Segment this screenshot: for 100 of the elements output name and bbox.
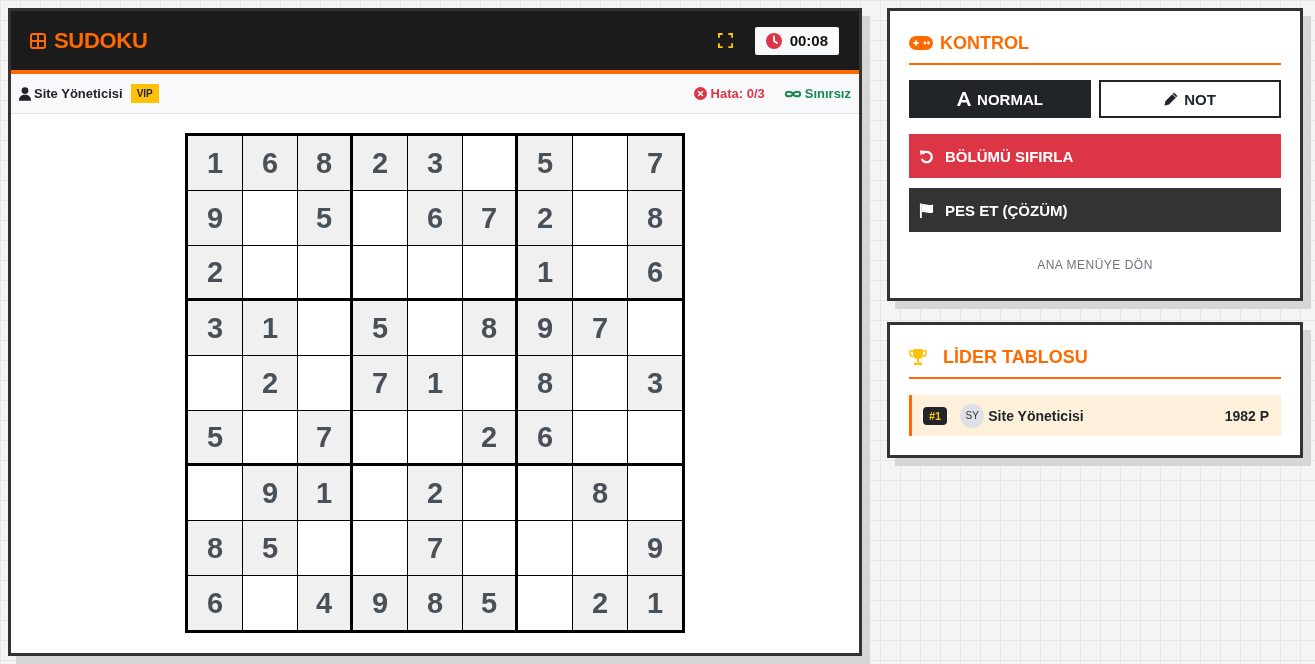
time-limit: Sınırsız bbox=[804, 86, 851, 101]
sudoku-cell[interactable]: 3 bbox=[628, 356, 682, 411]
gamepad-icon bbox=[909, 36, 933, 50]
sudoku-cell[interactable]: 7 bbox=[353, 356, 408, 411]
sudoku-cell[interactable]: 9 bbox=[518, 301, 573, 356]
sudoku-cell[interactable]: 8 bbox=[298, 136, 353, 191]
font-icon bbox=[957, 92, 972, 106]
sudoku-cell[interactable]: 7 bbox=[298, 411, 353, 466]
grid-icon bbox=[30, 32, 46, 49]
sudoku-cell[interactable]: 1 bbox=[243, 301, 298, 356]
sudoku-cell[interactable]: 3 bbox=[408, 136, 463, 191]
sudoku-cell[interactable]: 8 bbox=[188, 521, 243, 576]
app-title: SUDOKU bbox=[54, 27, 148, 54]
sudoku-cell[interactable]: 9 bbox=[243, 466, 298, 521]
sudoku-cell[interactable]: 3 bbox=[188, 301, 243, 356]
sudoku-cell[interactable]: 5 bbox=[188, 411, 243, 466]
sudoku-cell[interactable] bbox=[408, 411, 463, 466]
sudoku-cell[interactable]: 8 bbox=[573, 466, 628, 521]
leaderboard-title: LİDER TABLOSU bbox=[943, 346, 1088, 368]
sudoku-cell[interactable] bbox=[353, 521, 408, 576]
sudoku-cell[interactable]: 6 bbox=[243, 136, 298, 191]
sudoku-cell[interactable] bbox=[463, 521, 518, 576]
sudoku-cell[interactable]: 7 bbox=[573, 301, 628, 356]
sudoku-cell[interactable] bbox=[298, 521, 353, 576]
player-name: Site Yöneticisi bbox=[34, 86, 123, 101]
sudoku-cell[interactable]: 5 bbox=[243, 521, 298, 576]
mode-button[interactable]: NORMAL bbox=[909, 80, 1091, 118]
sudoku-cell[interactable]: 5 bbox=[518, 136, 573, 191]
sudoku-cell[interactable]: 6 bbox=[188, 576, 243, 630]
sudoku-cell[interactable]: 9 bbox=[188, 191, 243, 246]
sudoku-cell[interactable]: 2 bbox=[518, 191, 573, 246]
sudoku-cell[interactable]: 2 bbox=[243, 356, 298, 411]
sudoku-cell[interactable]: 8 bbox=[408, 576, 463, 630]
sudoku-cell[interactable] bbox=[243, 191, 298, 246]
avatar: SY bbox=[960, 403, 985, 428]
sudoku-cell[interactable] bbox=[408, 246, 463, 301]
sudoku-cell[interactable]: 7 bbox=[628, 136, 682, 191]
sudoku-cell[interactable]: 2 bbox=[353, 136, 408, 191]
error-count: Hata: 0/3 bbox=[710, 86, 765, 101]
sudoku-cell[interactable]: 2 bbox=[408, 466, 463, 521]
sudoku-cell[interactable]: 1 bbox=[188, 136, 243, 191]
sudoku-cell[interactable]: 1 bbox=[628, 576, 682, 630]
sudoku-cell[interactable] bbox=[463, 246, 518, 301]
sudoku-cell[interactable] bbox=[188, 466, 243, 521]
sudoku-cell[interactable] bbox=[573, 356, 628, 411]
sudoku-cell[interactable] bbox=[573, 136, 628, 191]
sudoku-cell[interactable] bbox=[463, 356, 518, 411]
sudoku-cell[interactable]: 8 bbox=[518, 356, 573, 411]
sudoku-cell[interactable] bbox=[573, 246, 628, 301]
flag-icon bbox=[919, 202, 934, 218]
sudoku-cell[interactable] bbox=[243, 411, 298, 466]
sudoku-cell[interactable] bbox=[298, 356, 353, 411]
sudoku-cell[interactable] bbox=[573, 191, 628, 246]
sudoku-cell[interactable]: 7 bbox=[408, 521, 463, 576]
sudoku-cell[interactable] bbox=[463, 466, 518, 521]
reset-button[interactable]: BÖLÜMÜ SIFIRLA bbox=[909, 134, 1281, 178]
sudoku-cell[interactable] bbox=[353, 191, 408, 246]
sudoku-cell[interactable]: 7 bbox=[463, 191, 518, 246]
mode-button[interactable]: NOT bbox=[1099, 80, 1281, 118]
pencil-icon bbox=[1164, 92, 1179, 106]
vip-badge: VIP bbox=[130, 84, 159, 103]
error-icon bbox=[693, 87, 707, 100]
sudoku-cell[interactable] bbox=[243, 246, 298, 301]
sudoku-cell[interactable]: 4 bbox=[298, 576, 353, 630]
sudoku-cell[interactable]: 1 bbox=[298, 466, 353, 521]
sudoku-cell[interactable] bbox=[573, 521, 628, 576]
sudoku-cell[interactable] bbox=[188, 356, 243, 411]
sudoku-cell[interactable]: 5 bbox=[463, 576, 518, 630]
sudoku-cell[interactable] bbox=[463, 136, 518, 191]
sudoku-cell[interactable]: 6 bbox=[628, 246, 682, 301]
player-points: 1982 P bbox=[1224, 407, 1269, 424]
sudoku-cell[interactable] bbox=[353, 246, 408, 301]
sudoku-cell[interactable]: 6 bbox=[518, 411, 573, 466]
clock-icon bbox=[765, 32, 782, 49]
sudoku-cell[interactable] bbox=[353, 411, 408, 466]
give-up-button[interactable]: PES ET (ÇÖZÜM) bbox=[909, 188, 1281, 232]
main-menu-link[interactable]: ANA MENÜYE DÖN bbox=[1037, 258, 1153, 272]
panel-title: KONTROL bbox=[940, 32, 1029, 54]
sudoku-cell[interactable]: 2 bbox=[463, 411, 518, 466]
rank-badge: #1 bbox=[923, 406, 948, 425]
sudoku-cell[interactable]: 5 bbox=[298, 191, 353, 246]
sudoku-cell[interactable]: 2 bbox=[188, 246, 243, 301]
sudoku-cell[interactable]: 9 bbox=[628, 521, 682, 576]
sudoku-cell[interactable] bbox=[353, 466, 408, 521]
sudoku-cell[interactable]: 2 bbox=[573, 576, 628, 630]
sudoku-cell[interactable]: 8 bbox=[628, 191, 682, 246]
sudoku-cell[interactable] bbox=[408, 301, 463, 356]
sudoku-cell[interactable]: 9 bbox=[353, 576, 408, 630]
sudoku-cell[interactable]: 1 bbox=[408, 356, 463, 411]
sudoku-cell[interactable]: 6 bbox=[408, 191, 463, 246]
sudoku-cell[interactable] bbox=[298, 301, 353, 356]
sudoku-cell[interactable] bbox=[298, 246, 353, 301]
sudoku-cell[interactable] bbox=[518, 466, 573, 521]
sudoku-cell[interactable]: 5 bbox=[353, 301, 408, 356]
fullscreen-icon[interactable] bbox=[717, 33, 733, 48]
sudoku-cell[interactable]: 1 bbox=[518, 246, 573, 301]
timer-text: 00:08 bbox=[789, 32, 828, 49]
sudoku-cell[interactable] bbox=[573, 411, 628, 466]
sudoku-cell[interactable]: 8 bbox=[463, 301, 518, 356]
sudoku-cell[interactable] bbox=[518, 521, 573, 576]
